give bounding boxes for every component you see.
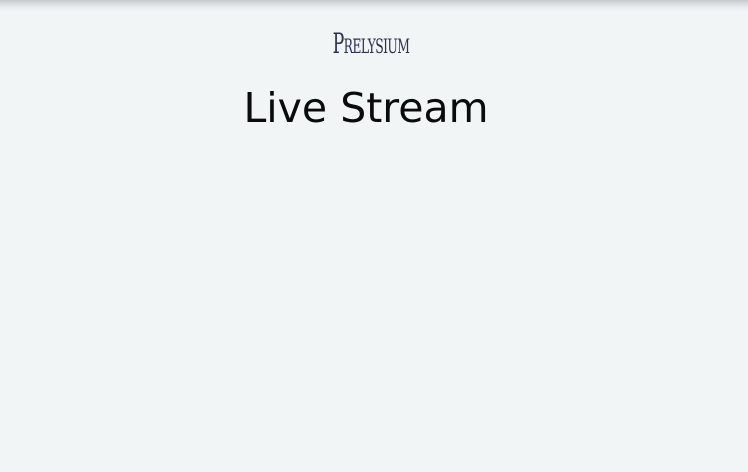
page-title: Live Stream: [243, 84, 489, 132]
top-bar-shadow: [0, 0, 748, 12]
stream-content-area: [0, 150, 748, 472]
brand-logo-text[interactable]: Prelysium: [139, 24, 603, 64]
